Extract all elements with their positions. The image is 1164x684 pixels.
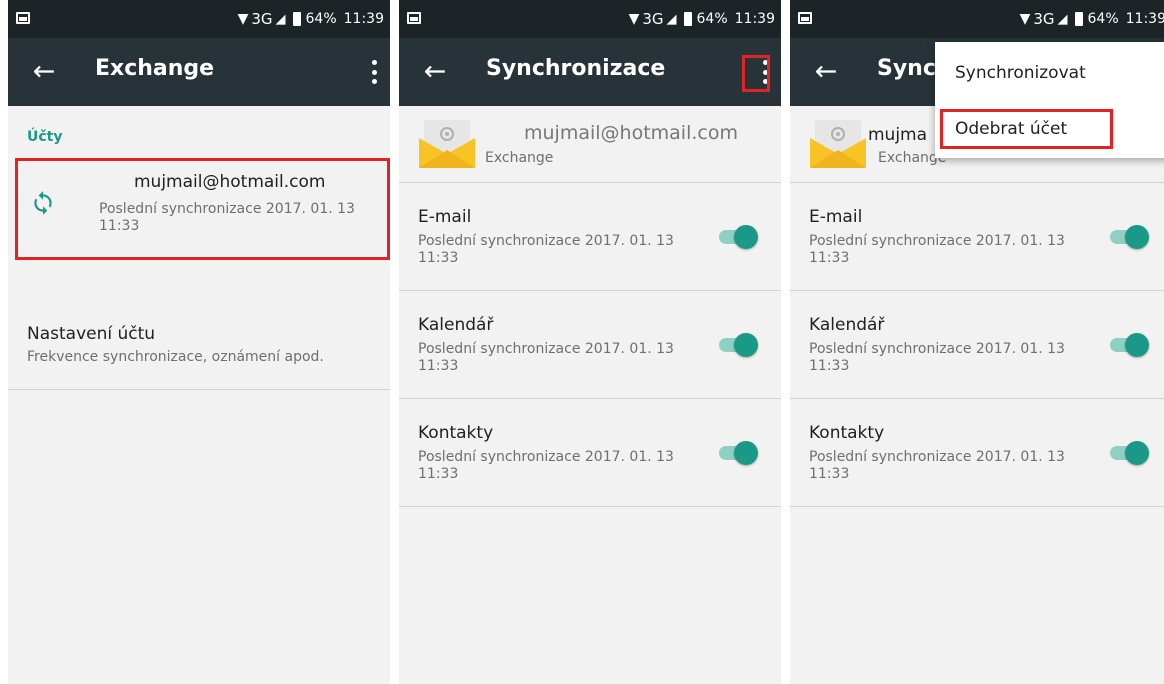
contacts-sync-toggle[interactable] [1110, 441, 1149, 465]
row-last-sync: Poslední synchronizace 2017. 01. 13 11:3… [809, 233, 1065, 266]
back-arrow-icon[interactable]: ← [26, 52, 62, 92]
account-settings-title: Nastavení účtu [27, 324, 156, 344]
highlight-box [742, 55, 770, 92]
mail-envelope-icon [810, 120, 866, 168]
row-title: E-mail [418, 207, 472, 227]
back-arrow-icon[interactable]: ← [808, 52, 844, 92]
battery-icon [292, 12, 301, 26]
account-type: Exchange [485, 150, 554, 166]
signal-icon: ◢ [275, 11, 286, 27]
page-title: Exchange [95, 56, 215, 81]
signal-icon: ◢ [666, 11, 677, 27]
email-sync-toggle[interactable] [1110, 225, 1149, 249]
row-title: Kontakty [418, 423, 494, 443]
more-options-icon[interactable] [370, 60, 378, 84]
sync-screen-with-menu: ▼ 3G ◢ 64% 11:39 ← Synch mujma Exchange … [790, 0, 1164, 684]
wifi-icon: ▼ [628, 11, 640, 27]
row-last-sync: Poslední synchronizace 2017. 01. 13 11:3… [418, 341, 674, 374]
exchange-screen: ▼ 3G ◢ 64% 11:39 ← Exchange Účty mujmail… [8, 0, 390, 684]
menu-item-sync-now[interactable]: Synchronizovat [935, 44, 1164, 102]
app-bar: ← Synchronizace [399, 38, 781, 106]
battery-icon [1074, 12, 1083, 26]
sync-row-email[interactable]: E-mail Poslední synchronizace 2017. 01. … [790, 183, 1164, 290]
calendar-sync-toggle[interactable] [719, 333, 758, 357]
battery-percent: 64% [305, 11, 337, 27]
mail-envelope-icon [419, 120, 475, 168]
status-indicators: ▼ 3G ◢ 64% 11:39 [238, 9, 384, 29]
page-title: Synchronizace [486, 56, 666, 81]
highlight-box [15, 158, 390, 260]
battery-percent: 64% [1087, 11, 1119, 27]
divider [790, 506, 1164, 507]
wifi-icon: ▼ [1019, 11, 1031, 27]
back-arrow-icon[interactable]: ← [417, 52, 453, 92]
sync-row-contacts[interactable]: Kontakty Poslední synchronizace 2017. 01… [790, 399, 1164, 506]
status-indicators: ▼ 3G ◢ 64% 11:39 [1020, 9, 1164, 29]
account-email: mujmail@hotmail.com [524, 122, 738, 144]
contacts-sync-toggle[interactable] [719, 441, 758, 465]
network-type: 3G [642, 10, 664, 28]
row-title: E-mail [809, 207, 863, 227]
app-bar: ← Exchange [8, 38, 390, 106]
signal-icon: ◢ [1057, 11, 1068, 27]
row-last-sync: Poslední synchronizace 2017. 01. 13 11:3… [418, 449, 674, 482]
sync-row-contacts[interactable]: Kontakty Poslední synchronizace 2017. 01… [399, 399, 781, 506]
divider [8, 389, 390, 390]
image-notification-icon [407, 12, 421, 24]
row-title: Kalendář [809, 315, 885, 335]
row-last-sync: Poslední synchronizace 2017. 01. 13 11:3… [809, 341, 1065, 374]
clock: 11:39 [343, 11, 384, 27]
section-header-accounts: Účty [27, 129, 63, 145]
row-last-sync: Poslední synchronizace 2017. 01. 13 11:3… [418, 233, 674, 266]
status-bar: ▼ 3G ◢ 64% 11:39 [790, 0, 1164, 38]
status-bar: ▼ 3G ◢ 64% 11:39 [399, 0, 781, 38]
status-indicators: ▼ 3G ◢ 64% 11:39 [629, 9, 775, 29]
sync-row-email[interactable]: E-mail Poslední synchronizace 2017. 01. … [399, 183, 781, 290]
battery-percent: 64% [696, 11, 728, 27]
network-type: 3G [1033, 10, 1055, 28]
account-email: mujma [868, 125, 928, 145]
row-last-sync: Poslední synchronizace 2017. 01. 13 11:3… [809, 449, 1065, 482]
row-title: Kontakty [809, 423, 885, 443]
image-notification-icon [16, 12, 30, 24]
calendar-sync-toggle[interactable] [1110, 333, 1149, 357]
divider [399, 506, 781, 507]
sync-screen: ▼ 3G ◢ 64% 11:39 ← Synchronizace mujmail… [399, 0, 781, 684]
clock: 11:39 [1125, 11, 1164, 27]
network-type: 3G [251, 10, 273, 28]
highlight-box [940, 109, 1113, 149]
clock: 11:39 [734, 11, 775, 27]
image-notification-icon [798, 12, 812, 24]
wifi-icon: ▼ [237, 11, 249, 27]
row-title: Kalendář [418, 315, 494, 335]
sync-row-calendar[interactable]: Kalendář Poslední synchronizace 2017. 01… [399, 291, 781, 398]
sync-row-calendar[interactable]: Kalendář Poslední synchronizace 2017. 01… [790, 291, 1164, 398]
account-settings-subtitle: Frekvence synchronizace, oznámení apod. [27, 349, 324, 365]
email-sync-toggle[interactable] [719, 225, 758, 249]
battery-icon [683, 12, 692, 26]
status-bar: ▼ 3G ◢ 64% 11:39 [8, 0, 390, 38]
